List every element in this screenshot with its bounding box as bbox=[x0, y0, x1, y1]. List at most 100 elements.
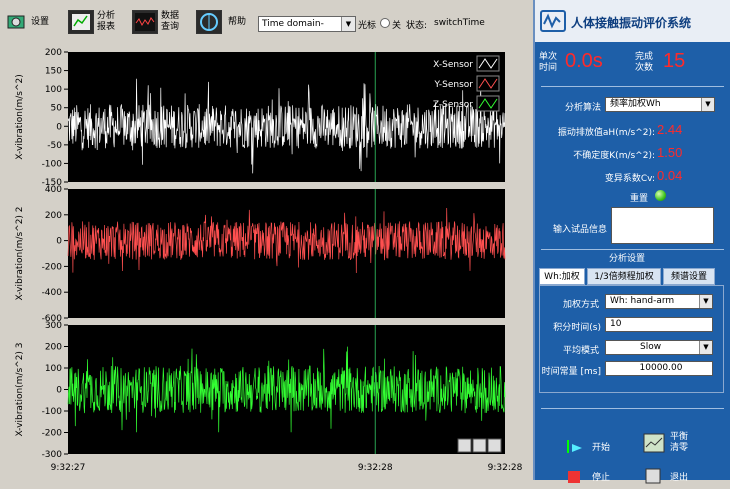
x-tick-label: 9:32:28 bbox=[488, 463, 523, 473]
analysis-report-button[interactable]: 分析 报表 bbox=[68, 8, 115, 36]
integ-time-input[interactable]: 10 bbox=[605, 317, 713, 332]
start-icon bbox=[565, 436, 587, 456]
settings-icon bbox=[6, 12, 28, 32]
sample-info-label: 输入试品信息 bbox=[552, 225, 607, 235]
tab-spectrum-settings[interactable]: 频谱设置 bbox=[663, 268, 715, 285]
balance-icon bbox=[643, 433, 665, 453]
y-tick-label: 100 bbox=[45, 364, 62, 374]
divider bbox=[541, 408, 724, 409]
stop-icon bbox=[565, 466, 587, 486]
divider bbox=[541, 86, 724, 87]
weight-mode-label: 加权方式 bbox=[562, 300, 599, 310]
cv-value: 0.04 bbox=[657, 168, 683, 183]
y-tick-label: -100 bbox=[42, 159, 63, 169]
y-tick-label: 200 bbox=[45, 211, 62, 221]
cursor-toggle[interactable] bbox=[380, 18, 390, 29]
uncert-value: 1.50 bbox=[657, 145, 683, 160]
y-tick-label: 150 bbox=[45, 67, 62, 77]
divider bbox=[541, 249, 724, 250]
single-time-label: 单次 时间 bbox=[539, 52, 558, 73]
time-const-input[interactable]: 10000.00 bbox=[605, 361, 713, 376]
x-tick-label: 9:32:27 bbox=[51, 463, 86, 473]
status-label: 状态: bbox=[406, 21, 428, 31]
sample-info-input[interactable] bbox=[611, 207, 714, 244]
vib-label: 振动排放值aH(m/s^2): bbox=[557, 128, 655, 138]
reset-label: 重置 bbox=[630, 194, 649, 204]
y-tick-label: -300 bbox=[42, 450, 63, 460]
toolbar: 设置 分析 报表 数据 查询 帮助 Time domain- ▼ 光标 关 状态… bbox=[0, 0, 535, 42]
legend-label: X-Sensor bbox=[433, 60, 473, 70]
y-tick-label: 400 bbox=[45, 185, 62, 195]
legend-label: Z-Sensor bbox=[433, 100, 473, 110]
y-tick-label: 100 bbox=[45, 85, 62, 95]
status-value: switchTime bbox=[434, 18, 485, 28]
weight-mode-value: Wh: hand-arm bbox=[610, 296, 675, 306]
algo-select-value: 频率加权Wh bbox=[610, 99, 661, 109]
algo-label: 分析算法 bbox=[564, 103, 601, 113]
settings-label: 设置 bbox=[31, 16, 50, 27]
y-axis-label: X-vibration(m/s^2) 2 bbox=[15, 206, 25, 300]
vibration-charts[interactable]: 200150100500-50-100-150X-vibration(m/s^2… bbox=[0, 42, 532, 480]
time-const-label: 时间常量 [ms] bbox=[541, 367, 601, 377]
uncert-label: 不确定度K(m/s^2): bbox=[573, 151, 655, 161]
y-tick-label: -100 bbox=[42, 407, 63, 417]
exit-icon bbox=[643, 466, 665, 486]
settings-title: 分析设置 bbox=[605, 251, 650, 264]
y-axis-label: X-vibration(m/s^2) 3 bbox=[15, 342, 25, 436]
help-button[interactable]: 帮助 bbox=[196, 8, 246, 36]
avg-mode-value: Slow bbox=[640, 342, 662, 352]
domain-select-value: Time domain- bbox=[262, 19, 324, 29]
avg-mode-select[interactable]: Slow ▼ bbox=[605, 340, 713, 355]
y-tick-label: 50 bbox=[51, 104, 63, 114]
y-tick-label: -50 bbox=[47, 141, 62, 151]
y-tick-label: 0 bbox=[56, 122, 62, 132]
cursor-label: 光标 bbox=[358, 21, 377, 31]
y-tick-label: -400 bbox=[42, 288, 63, 298]
settings-button[interactable]: 设置 bbox=[6, 8, 49, 36]
exit-label: 退出 bbox=[670, 472, 689, 483]
y-tick-label: 300 bbox=[45, 321, 62, 331]
cv-label: 变异系数Cv: bbox=[604, 174, 655, 184]
y-tick-label: 0 bbox=[56, 386, 62, 396]
done-count-value: 15 bbox=[663, 50, 686, 72]
balance-zero-button[interactable]: 平衡 清零 bbox=[643, 432, 688, 454]
chevron-down-icon: ▼ bbox=[701, 98, 714, 111]
exit-button[interactable]: 退出 bbox=[643, 466, 688, 486]
integ-time-label: 积分时间(s) bbox=[553, 323, 601, 333]
algo-select[interactable]: 频率加权Wh ▼ bbox=[605, 97, 715, 112]
vib-value: 2.44 bbox=[657, 122, 683, 137]
data-label: 数据 查询 bbox=[161, 11, 180, 32]
chevron-down-icon: ▼ bbox=[699, 295, 712, 308]
report-icon bbox=[68, 10, 94, 34]
y-tick-label: 200 bbox=[45, 343, 62, 353]
start-button[interactable]: 开始 bbox=[565, 436, 610, 456]
data-query-icon bbox=[132, 10, 158, 34]
hand-icon bbox=[487, 438, 502, 453]
stop-button[interactable]: 停止 bbox=[565, 466, 610, 486]
logo-icon bbox=[540, 10, 566, 32]
data-query-button[interactable]: 数据 查询 bbox=[132, 8, 179, 36]
analysis-label: 分析 报表 bbox=[97, 11, 116, 32]
reset-led-icon[interactable] bbox=[655, 190, 666, 201]
weight-mode-select[interactable]: Wh: hand-arm ▼ bbox=[605, 294, 713, 309]
chevron-down-icon: ▼ bbox=[699, 341, 712, 354]
chevron-down-icon: ▼ bbox=[341, 17, 355, 31]
y-tick-label: -200 bbox=[42, 262, 63, 272]
balance-label: 平衡 清零 bbox=[670, 432, 689, 453]
title-bar: 人体接触振动评价系统 bbox=[535, 0, 730, 42]
tab-octave-weighting[interactable]: 1/3倍频程加权 bbox=[587, 268, 661, 285]
radio-icon bbox=[380, 18, 390, 28]
help-icon bbox=[196, 10, 222, 34]
legend-label: Y-Sensor bbox=[433, 80, 473, 90]
tab-wh-weighting[interactable]: Wh:加权 bbox=[539, 268, 585, 285]
avg-mode-label: 平均模式 bbox=[562, 346, 599, 356]
x-tick-label: 9:32:28 bbox=[358, 463, 393, 473]
zoom-pan-icon bbox=[457, 438, 472, 453]
zoom-icon bbox=[472, 438, 487, 453]
help-label: 帮助 bbox=[228, 16, 247, 27]
done-count-label: 完成 次数 bbox=[635, 52, 654, 73]
right-panel: 人体接触振动评价系统 单次 时间 0.0s 完成 次数 15 分析算法 频率加权… bbox=[533, 0, 730, 484]
start-label: 开始 bbox=[592, 442, 611, 453]
single-time-value: 0.0s bbox=[565, 50, 603, 72]
domain-select[interactable]: Time domain- ▼ bbox=[258, 16, 356, 32]
